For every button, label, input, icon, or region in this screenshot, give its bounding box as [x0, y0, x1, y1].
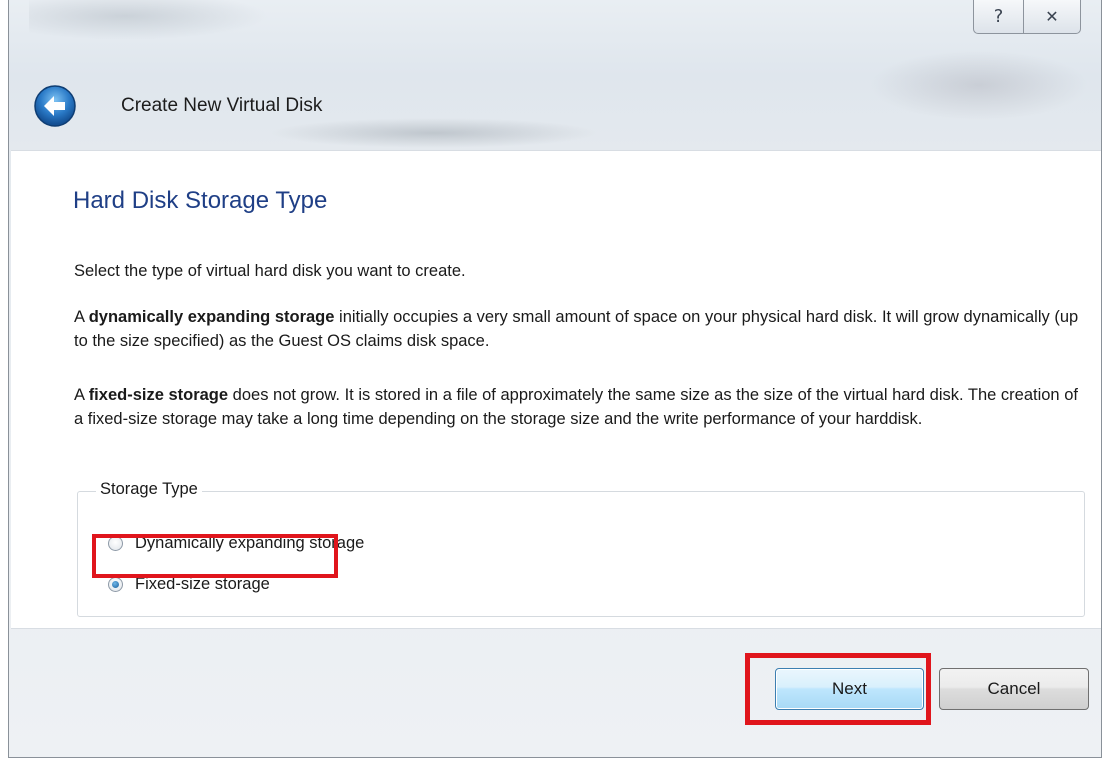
dynamic-prefix: A — [74, 308, 89, 326]
intro-text: Select the type of virtual hard disk you… — [74, 262, 466, 280]
highlight-next-button — [745, 653, 931, 725]
back-button[interactable] — [33, 84, 77, 128]
storage-type-legend: Storage Type — [96, 480, 202, 499]
wizard-title: Create New Virtual Disk — [121, 95, 323, 116]
background-blur — [869, 50, 1089, 120]
highlight-fixed-size-option — [92, 534, 338, 578]
wizard-window: ? ✕ Create New Virtual Disk Hard Disk St… — [8, 0, 1102, 758]
cancel-button[interactable]: Cancel — [939, 668, 1089, 710]
dynamic-description: A dynamically expanding storage initiall… — [74, 305, 1084, 353]
close-button[interactable]: ✕ — [1023, 0, 1081, 34]
background-blur — [269, 118, 599, 148]
help-icon: ? — [993, 6, 1004, 27]
fixed-description: A fixed-size storage does not grow. It i… — [74, 383, 1084, 431]
close-icon: ✕ — [1045, 7, 1059, 26]
back-arrow-icon — [34, 85, 76, 127]
fixed-prefix: A — [74, 386, 89, 404]
caption-buttons: ? ✕ — [973, 0, 1081, 34]
fixed-bold-term: fixed-size storage — [88, 386, 229, 404]
dynamic-bold-term: dynamically expanding storage — [88, 308, 335, 326]
page-title: Hard Disk Storage Type — [73, 187, 328, 214]
help-button[interactable]: ? — [973, 0, 1023, 34]
background-blur — [29, 0, 269, 40]
radio-button-selected[interactable] — [108, 577, 123, 592]
